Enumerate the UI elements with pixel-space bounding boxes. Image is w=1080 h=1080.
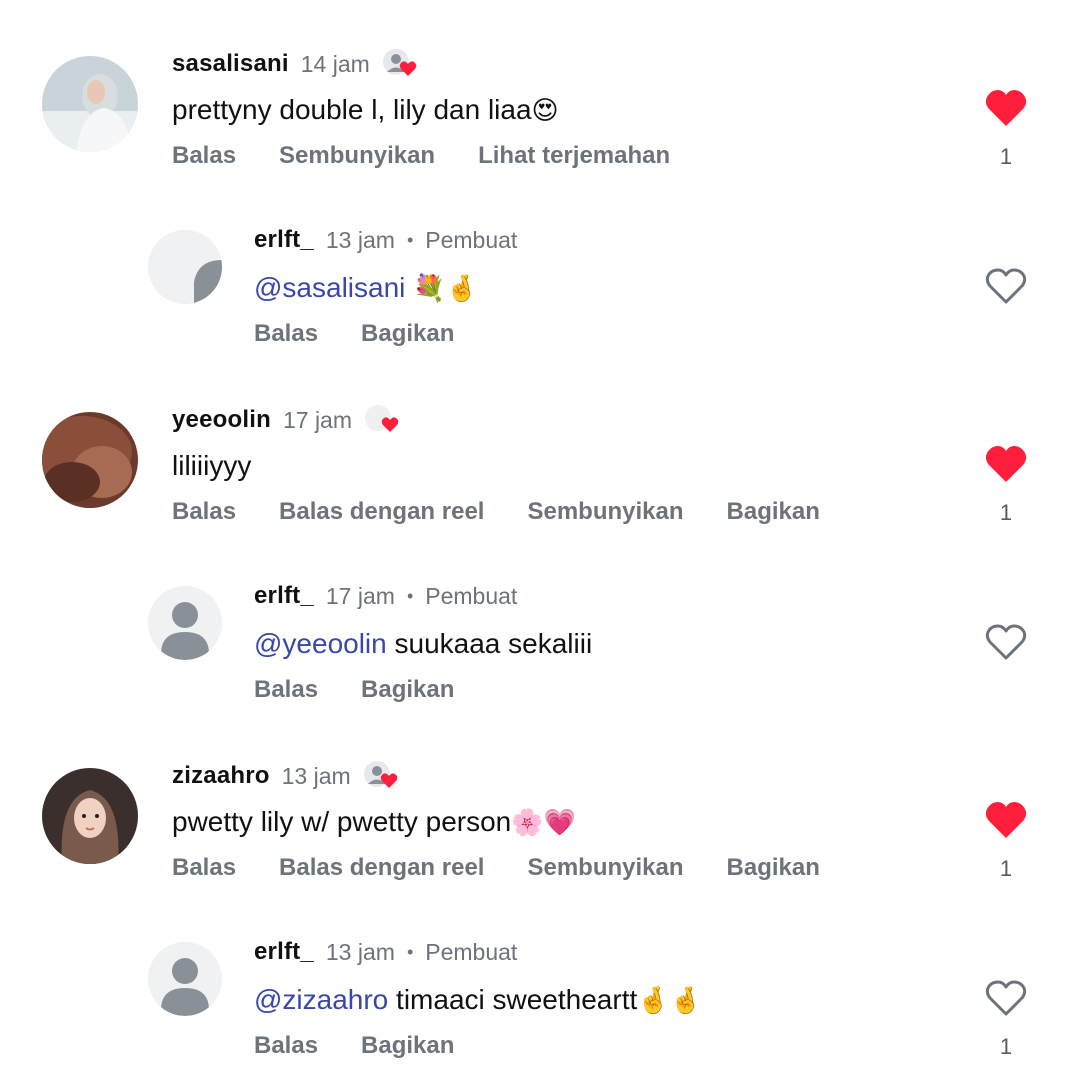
avatar[interactable] [148, 586, 222, 660]
comment-username[interactable]: sasalisani [172, 50, 289, 78]
hide-button[interactable]: Sembunyikan [527, 854, 683, 882]
comment-username[interactable]: erlft_ [254, 582, 314, 610]
like-button[interactable] [984, 444, 1028, 488]
heart-filled-icon [985, 90, 1027, 126]
comment-emoji: 🤞🤞 [637, 986, 703, 1016]
profile-photo-icon [42, 412, 138, 508]
creator-badge: Pembuat [425, 226, 518, 253]
reply-button[interactable]: Balas [254, 676, 318, 704]
like-button[interactable] [984, 266, 1028, 310]
comment-time: 17 jam [325, 582, 395, 609]
share-button[interactable]: Bagikan [727, 854, 820, 882]
separator-dot: • [406, 585, 414, 606]
comment-time: 13 jam [325, 938, 395, 965]
hide-button[interactable]: Sembunyikan [527, 498, 683, 526]
like-count: 1 [999, 500, 1013, 525]
share-button[interactable]: Bagikan [361, 676, 454, 704]
comment-time: 14 jam [300, 50, 370, 77]
comment-emoji: 💐🤞 [413, 274, 478, 304]
comment-username[interactable]: erlft_ [254, 226, 314, 254]
like-count: 1 [999, 144, 1013, 169]
comment-username[interactable]: erlft_ [254, 938, 314, 966]
comment-text: pwetty lily w/ pwetty person [172, 806, 512, 837]
avatar[interactable] [42, 56, 138, 152]
comment-emoji: 🌸💗 [511, 808, 576, 838]
comment-text: liliiiyyy [172, 450, 252, 481]
heart-filled-icon [985, 802, 1027, 838]
comment-reply: erlft_ 13 jam • Pembuat @sasalisani 💐🤞 B… [0, 218, 1080, 368]
share-button[interactable]: Bagikan [361, 320, 454, 348]
reply-button[interactable]: Balas [172, 142, 236, 170]
like-count: 1 [999, 856, 1013, 881]
avatar[interactable] [148, 230, 222, 304]
comment-item: yeeoolin 17 jam liliiiyyy Balas Balas de… [0, 396, 1080, 546]
separator-dot: • [406, 941, 414, 962]
reply-with-reel-button[interactable]: Balas dengan reel [279, 498, 484, 526]
comment-reply: erlft_ 13 jam • Pembuat @zizaahro timaac… [0, 930, 1080, 1080]
like-button[interactable] [984, 88, 1028, 132]
comment-text: prettyny double l, lily dan liaa [172, 94, 532, 125]
heart-filled-icon [985, 446, 1027, 482]
creator-liked-icon [382, 48, 418, 80]
comment-item: sasalisani 14 jam prettyny double l, lil… [0, 40, 1080, 190]
share-button[interactable]: Bagikan [727, 498, 820, 526]
creator-badge: Pembuat [425, 582, 518, 609]
reply-button[interactable]: Balas [254, 1032, 318, 1060]
profile-photo-icon [42, 768, 138, 864]
mention-link[interactable]: @zizaahro [254, 984, 388, 1015]
comment-text: suukaaa sekaliii [386, 628, 593, 659]
mention-link[interactable]: @sasalisani [254, 272, 405, 303]
reply-button[interactable]: Balas [172, 854, 236, 882]
creator-liked-icon [364, 404, 400, 436]
comment-username[interactable]: zizaahro [172, 762, 270, 790]
comment-time: 13 jam [281, 762, 351, 789]
heart-outline-icon [985, 980, 1027, 1016]
avatar[interactable] [42, 768, 138, 864]
heart-outline-icon [985, 268, 1027, 304]
comment-reply: erlft_ 17 jam • Pembuat @yeeoolin suukaa… [0, 574, 1080, 724]
creator-liked-icon [363, 760, 399, 792]
comment-item: zizaahro 13 jam pwetty lily w/ pwetty pe… [0, 752, 1080, 902]
like-button[interactable] [984, 622, 1028, 666]
like-button[interactable] [984, 800, 1028, 844]
like-button[interactable] [984, 978, 1028, 1022]
comment-username[interactable]: yeeoolin [172, 406, 271, 434]
comment-time: 13 jam [325, 226, 395, 253]
comment-time: 17 jam [282, 406, 353, 433]
like-count: 1 [999, 1034, 1013, 1059]
reply-with-reel-button[interactable]: Balas dengan reel [279, 854, 484, 882]
hide-button[interactable]: Sembunyikan [279, 142, 435, 170]
avatar[interactable] [42, 412, 138, 508]
separator-dot: • [406, 229, 414, 250]
avatar[interactable] [148, 942, 222, 1016]
comment-emoji: 😍 [531, 96, 559, 126]
heart-outline-icon [985, 624, 1027, 660]
see-translation-button[interactable]: Lihat terjemahan [478, 142, 670, 170]
profile-photo-icon [42, 56, 138, 152]
default-avatar-icon [148, 942, 222, 1016]
reply-button[interactable]: Balas [254, 320, 318, 348]
share-button[interactable]: Bagikan [361, 1032, 454, 1060]
mention-link[interactable]: @yeeoolin [254, 628, 387, 659]
reply-button[interactable]: Balas [172, 498, 236, 526]
creator-badge: Pembuat [425, 938, 518, 965]
default-avatar-icon [148, 586, 222, 660]
loading-avatar-icon [148, 230, 222, 304]
comment-text: timaaci sweetheartt [388, 984, 638, 1015]
